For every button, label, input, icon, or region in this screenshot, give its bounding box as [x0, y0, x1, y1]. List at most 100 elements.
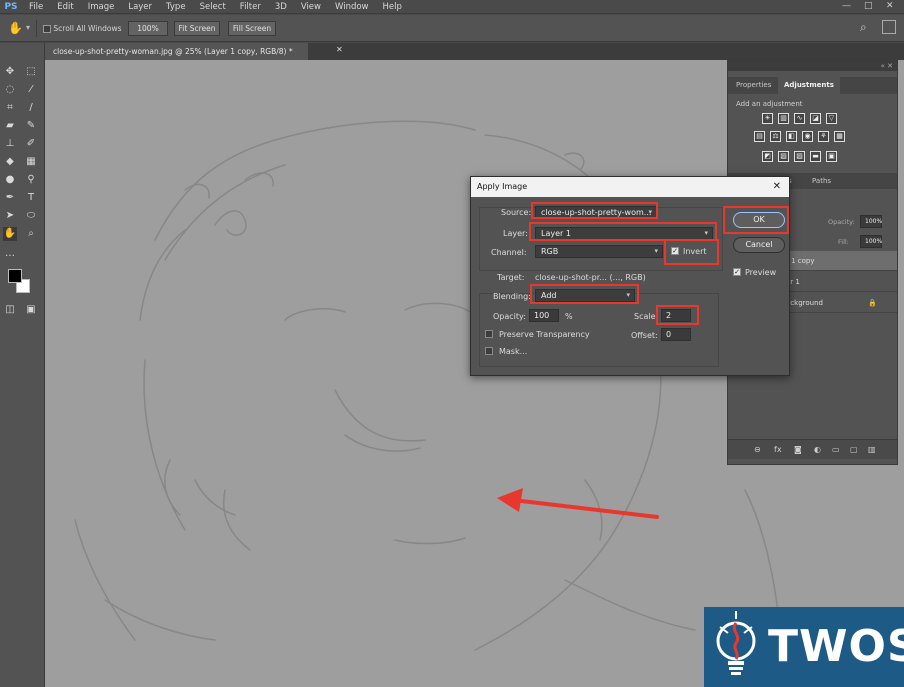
exposure-icon[interactable]: ◪ [810, 113, 821, 124]
vibrance-icon[interactable]: ▽ [826, 113, 837, 124]
zoom-tool-icon[interactable]: ⌕ [24, 227, 38, 241]
menu-help[interactable]: Help [376, 2, 409, 12]
hand-tool-icon[interactable]: ✋ [8, 21, 23, 35]
layer-label: Layer: [503, 229, 528, 238]
color-balance-icon[interactable]: ⚖ [770, 131, 781, 142]
offset-label: Offset: [631, 331, 658, 340]
maximize-button[interactable]: □ [864, 1, 873, 11]
quick-mask-icon[interactable]: ◫ [3, 303, 17, 317]
fill-screen-button[interactable]: Fill Screen [228, 21, 276, 36]
tab-paths[interactable]: Paths [806, 173, 837, 190]
shape-tool-icon[interactable]: ⬭ [24, 209, 38, 223]
fill-label: Fill: [838, 238, 849, 246]
screen-mode-icon[interactable]: ▣ [24, 303, 38, 317]
tab-adjustments[interactable]: Adjustments [778, 77, 840, 94]
scroll-all-windows-option[interactable]: Scroll All Windows [43, 24, 122, 33]
selective-color-icon[interactable]: ▣ [826, 151, 837, 162]
eyedropper-icon[interactable]: / [24, 101, 38, 115]
logo-wordmark: TWOS [768, 621, 904, 672]
close-window-button[interactable]: ✕ [886, 1, 894, 11]
gradient-tool-icon[interactable]: ▦ [24, 155, 38, 169]
levels-icon[interactable]: ▥ [778, 113, 789, 124]
hand-tool-icon[interactable]: ✋ [3, 227, 17, 241]
threshold-icon[interactable]: ▨ [794, 151, 805, 162]
close-tab-icon[interactable]: ✕ [336, 45, 343, 54]
black-white-icon[interactable]: ◧ [786, 131, 797, 142]
magic-wand-icon[interactable]: ⁄ [24, 83, 38, 97]
healing-brush-icon[interactable]: ▰ [3, 119, 17, 133]
history-brush-icon[interactable]: ✐ [24, 137, 38, 151]
scale-label: Scale: [634, 312, 659, 321]
menu-image[interactable]: Image [81, 2, 122, 12]
stamp-tool-icon[interactable]: ⊥ [3, 137, 17, 151]
type-tool-icon[interactable]: T [24, 191, 38, 205]
invert-adj-icon[interactable]: ◩ [762, 151, 773, 162]
menu-window[interactable]: Window [328, 2, 376, 12]
panel-collapse[interactable]: « ✕ [728, 61, 897, 71]
menu-filter[interactable]: Filter [233, 2, 268, 12]
dialog-title: Apply Image [471, 177, 789, 197]
folder-icon[interactable]: ▭ [832, 440, 840, 460]
more-tools-icon[interactable]: … [3, 247, 17, 261]
layers-footer: ⊖ fx ◙ ◐ ▭ ▢ ▥ [728, 439, 897, 459]
channel-mixer-icon[interactable]: ⚘ [818, 131, 829, 142]
hue-saturation-icon[interactable]: ▤ [754, 131, 765, 142]
brush-tool-icon[interactable]: ✎ [24, 119, 38, 133]
move-tool-icon[interactable]: ✥ [3, 65, 17, 79]
add-adjustment-label: Add an adjustment [736, 100, 803, 108]
dialog-close-icon[interactable]: ✕ [773, 181, 781, 192]
offset-field[interactable]: 0 [661, 328, 691, 341]
curves-icon[interactable]: ∿ [794, 113, 805, 124]
foreground-color-swatch[interactable] [8, 269, 22, 283]
channel-select[interactable]: RGB ▾ [535, 245, 663, 258]
menu-edit[interactable]: Edit [50, 2, 80, 12]
brightness-icon[interactable]: ☀ [762, 113, 773, 124]
dodge-tool-icon[interactable]: ⚲ [24, 173, 38, 187]
divider [36, 20, 37, 37]
menu-view[interactable]: View [294, 2, 328, 12]
mask-checkbox[interactable] [485, 347, 493, 355]
pen-tool-icon[interactable]: ✒ [3, 191, 17, 205]
minimize-button[interactable]: — [842, 1, 851, 11]
photo-filter-icon[interactable]: ◉ [802, 131, 813, 142]
layer-name: ackground [786, 299, 823, 307]
chevron-down-icon[interactable]: ▾ [26, 23, 30, 32]
fit-screen-button[interactable]: Fit Screen [174, 21, 220, 36]
target-value: close-up-shot-pr... (..., RGB) [535, 273, 646, 282]
document-tab[interactable]: close-up-shot-pretty-woman.jpg @ 25% (La… [45, 43, 308, 60]
search-icon[interactable]: ⌕ [860, 20, 867, 35]
tools-panel: ✥ ⬚ ◌ ⁄ ⌗ / ▰ ✎ ⊥ ✐ ◆ ▦ ● ⚲ ✒ T ➤ ⬭ ✋ ⌕ … [0, 43, 45, 687]
menu-file[interactable]: File [22, 2, 50, 12]
menu-layer[interactable]: Layer [121, 2, 159, 12]
opacity-field[interactable]: 100 [529, 309, 559, 322]
menu-type[interactable]: Type [159, 2, 193, 12]
crop-tool-icon[interactable]: ⌗ [3, 101, 17, 115]
menu-select[interactable]: Select [193, 2, 233, 12]
new-layer-icon[interactable]: ▢ [850, 440, 858, 460]
blur-tool-icon[interactable]: ● [3, 173, 17, 187]
fx-icon[interactable]: fx [774, 440, 782, 460]
mask-icon[interactable]: ◙ [794, 440, 802, 460]
cancel-button[interactable]: Cancel [733, 237, 785, 253]
gradient-map-icon[interactable]: ▬ [810, 151, 821, 162]
marquee-tool-icon[interactable]: ⬚ [24, 65, 38, 79]
opacity-unit: % [565, 312, 573, 321]
lasso-tool-icon[interactable]: ◌ [3, 83, 17, 97]
preview-checkbox[interactable]: ✓ [733, 268, 741, 276]
trash-icon[interactable]: ▥ [868, 440, 876, 460]
adjustment-layer-icon[interactable]: ◐ [814, 440, 821, 460]
scroll-all-checkbox[interactable] [43, 25, 51, 33]
preserve-transparency-checkbox[interactable] [485, 330, 493, 338]
target-label: Target: [497, 273, 525, 282]
posterize-icon[interactable]: ▨ [778, 151, 789, 162]
zoom-100-button[interactable]: 100% [128, 21, 168, 36]
layer-opacity-field[interactable]: 100% [860, 215, 882, 228]
layer-fill-field[interactable]: 100% [860, 235, 882, 248]
menu-3d[interactable]: 3D [268, 2, 294, 12]
path-selection-icon[interactable]: ➤ [3, 209, 17, 223]
link-icon[interactable]: ⊖ [754, 440, 761, 460]
workspace-icon[interactable] [882, 20, 896, 34]
tab-properties[interactable]: Properties [730, 77, 777, 94]
eraser-tool-icon[interactable]: ◆ [3, 155, 17, 169]
color-lookup-icon[interactable]: ▦ [834, 131, 845, 142]
